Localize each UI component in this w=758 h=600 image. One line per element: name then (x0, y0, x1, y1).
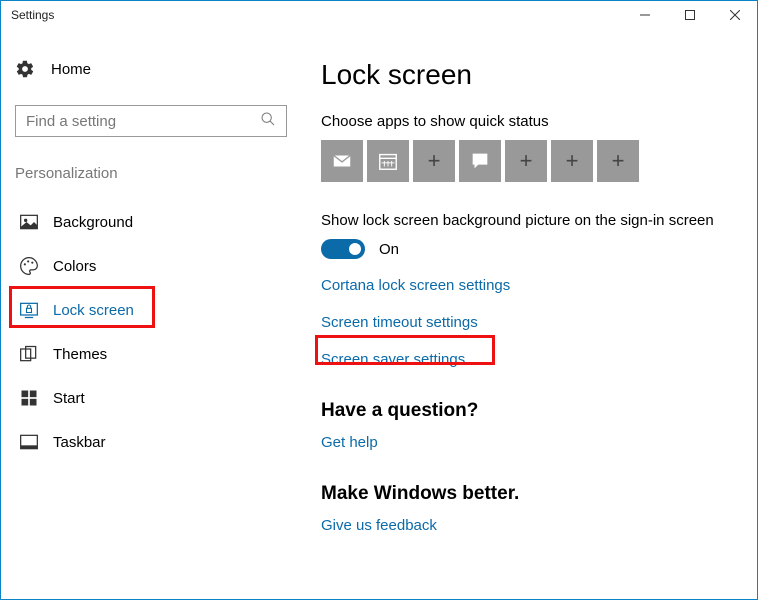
show-bg-toggle[interactable] (321, 239, 365, 259)
plus-icon: + (428, 148, 441, 174)
link-cortana-settings[interactable]: Cortana lock screen settings (321, 277, 737, 294)
close-icon (730, 10, 740, 20)
sidebar-item-lock-screen[interactable]: Lock screen (15, 288, 297, 332)
quick-status-tiles: + + + + (321, 140, 737, 182)
category-label: Personalization (15, 165, 297, 182)
palette-icon (19, 256, 39, 276)
sidebar: Home Personalization Background (1, 29, 311, 599)
calendar-icon (377, 150, 399, 172)
maximize-button[interactable] (667, 1, 712, 29)
show-bg-label: Show lock screen background picture on t… (321, 212, 737, 229)
home-label: Home (51, 61, 91, 78)
plus-icon: + (520, 148, 533, 174)
tile-add-1[interactable]: + (413, 140, 455, 182)
themes-icon (19, 344, 39, 364)
search-box[interactable] (15, 105, 287, 137)
page-title: Lock screen (321, 59, 737, 91)
image-icon (19, 212, 39, 232)
link-feedback[interactable]: Give us feedback (321, 517, 737, 534)
maximize-icon (685, 10, 695, 20)
sidebar-item-label: Start (53, 390, 85, 407)
link-screen-timeout[interactable]: Screen timeout settings (321, 314, 737, 331)
tile-mail[interactable] (321, 140, 363, 182)
nav-list: Background Colors Lock screen (15, 200, 297, 464)
tile-add-2[interactable]: + (505, 140, 547, 182)
toggle-state: On (379, 241, 399, 258)
tile-calendar[interactable] (367, 140, 409, 182)
gear-icon (15, 59, 35, 79)
mail-icon (331, 150, 353, 172)
sidebar-item-start[interactable]: Start (15, 376, 297, 420)
home-button[interactable]: Home (15, 59, 297, 79)
titlebar: Settings (1, 1, 757, 29)
search-input[interactable] (26, 113, 260, 130)
sidebar-item-label: Colors (53, 258, 96, 275)
search-icon (260, 111, 276, 132)
settings-window: Settings Home Persona (0, 0, 758, 600)
sidebar-item-label: Background (53, 214, 133, 231)
tile-add-4[interactable]: + (597, 140, 639, 182)
minimize-button[interactable] (622, 1, 667, 29)
sidebar-item-themes[interactable]: Themes (15, 332, 297, 376)
sidebar-item-taskbar[interactable]: Taskbar (15, 420, 297, 464)
chat-icon (469, 150, 491, 172)
minimize-icon (640, 10, 650, 20)
link-get-help[interactable]: Get help (321, 434, 737, 451)
sidebar-item-background[interactable]: Background (15, 200, 297, 244)
sidebar-item-colors[interactable]: Colors (15, 244, 297, 288)
sidebar-item-label: Taskbar (53, 434, 106, 451)
sidebar-item-label: Lock screen (53, 302, 134, 319)
plus-icon: + (612, 148, 625, 174)
taskbar-icon (19, 432, 39, 452)
question-header: Have a question? (321, 400, 737, 422)
plus-icon: + (566, 148, 579, 174)
start-icon (19, 388, 39, 408)
main-panel: Lock screen Choose apps to show quick st… (311, 29, 757, 599)
better-header: Make Windows better. (321, 483, 737, 505)
tile-add-3[interactable]: + (551, 140, 593, 182)
lock-screen-icon (19, 300, 39, 320)
close-button[interactable] (712, 1, 757, 29)
quick-status-label: Choose apps to show quick status (321, 113, 737, 130)
window-title: Settings (11, 8, 54, 22)
sidebar-item-label: Themes (53, 346, 107, 363)
tile-messaging[interactable] (459, 140, 501, 182)
link-screen-saver[interactable]: Screen saver settings (321, 351, 737, 368)
